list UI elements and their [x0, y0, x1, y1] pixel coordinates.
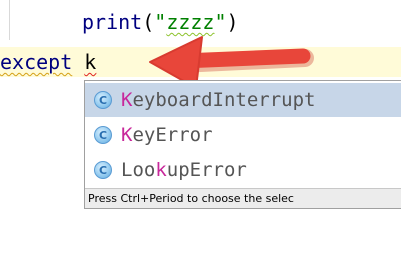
typed-identifier: k: [84, 50, 97, 74]
class-icon: C: [94, 126, 112, 144]
completion-item-keyboardinterrupt[interactable]: C KeyboardInterrupt: [85, 83, 401, 117]
open-paren: (: [142, 10, 155, 34]
string-literal: zzzz: [166, 10, 215, 34]
completion-match: K: [121, 89, 133, 111]
completion-prefix: Loo: [121, 159, 156, 181]
except-keyword: except: [0, 50, 73, 74]
autocomplete-popup[interactable]: C KeyboardInterrupt C KeyError C Loo k upErro…: [84, 80, 401, 209]
completion-label: upError: [166, 159, 247, 181]
completion-item-lookuperror[interactable]: C Loo k upError: [85, 153, 401, 187]
completion-label: eyError: [132, 124, 213, 146]
completion-label: eyboardInterrupt: [132, 89, 316, 111]
code-line-except[interactable]: except k: [0, 47, 401, 77]
popup-status-footer: Press Ctrl+Period to choose the selec: [85, 188, 401, 208]
completion-match: K: [121, 124, 133, 146]
print-function: print: [82, 10, 143, 34]
string-quote-close: ": [214, 10, 227, 34]
completion-item-keyerror[interactable]: C KeyError: [85, 118, 401, 152]
code-line-print[interactable]: print("zzzz"): [0, 7, 401, 37]
close-paren: ): [226, 10, 239, 34]
completion-match: k: [155, 159, 167, 181]
class-icon: C: [94, 161, 112, 179]
string-quote-open: ": [154, 10, 167, 34]
class-icon: C: [94, 91, 112, 109]
